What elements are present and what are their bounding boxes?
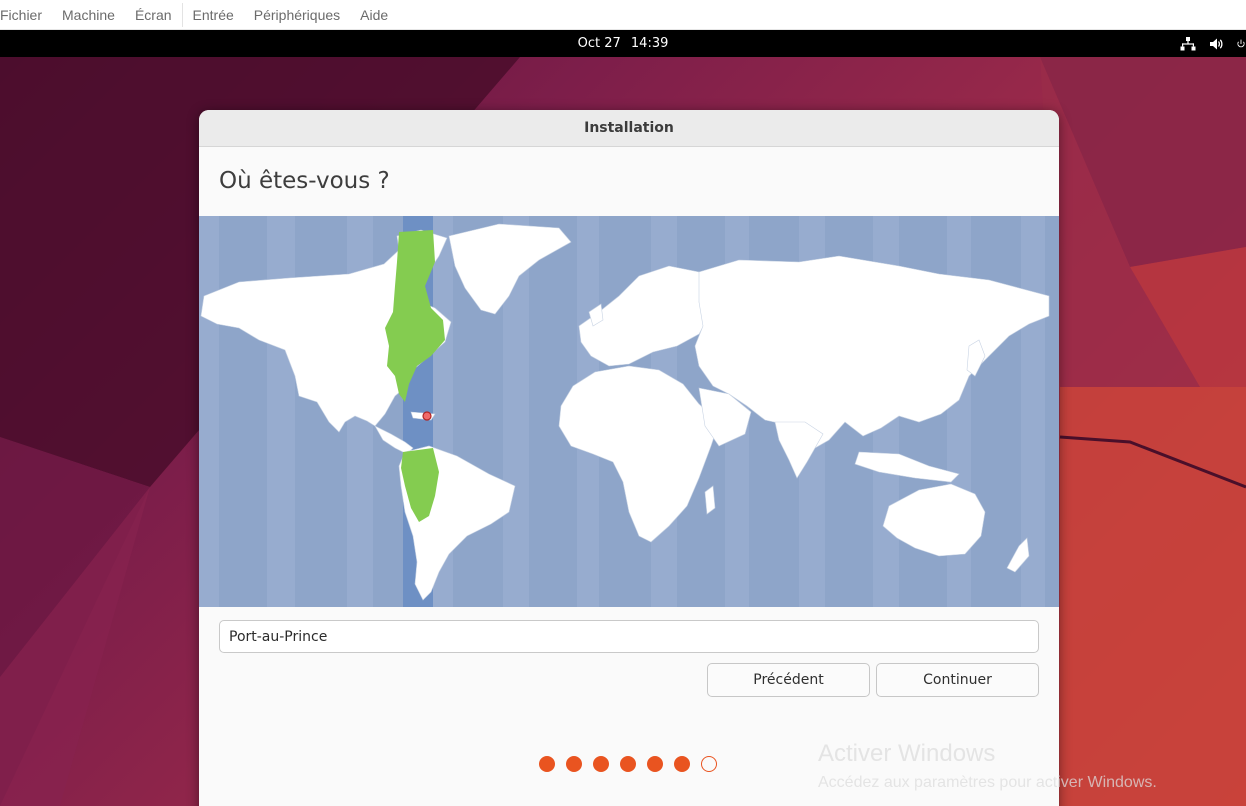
progress-dot-current	[701, 756, 717, 772]
power-icon	[1237, 39, 1245, 47]
system-status-area[interactable]	[1180, 30, 1246, 57]
clock[interactable]: Oct 27 14:39	[0, 30, 1246, 57]
progress-dot	[566, 756, 582, 772]
progress-dot	[674, 756, 690, 772]
progress-dot	[647, 756, 663, 772]
menu-ecran[interactable]: Écran	[125, 0, 182, 30]
menu-peripheriques[interactable]: Périphériques	[244, 0, 350, 30]
location-input[interactable]	[219, 620, 1039, 653]
menu-aide[interactable]: Aide	[350, 0, 398, 30]
back-button[interactable]: Précédent	[707, 663, 870, 697]
progress-dots	[539, 756, 717, 772]
activation-watermark: Activer Windows Accédez aux paramètres p…	[818, 739, 1157, 795]
ubuntu-top-bar: Oct 27 14:39	[0, 30, 1246, 57]
continue-button[interactable]: Continuer	[876, 663, 1039, 697]
volume-icon	[1210, 38, 1223, 49]
installer-window: Installation Où êtes-vous ? Port-au-Prin…	[199, 110, 1059, 806]
menu-fichier[interactable]: Fichier	[0, 0, 52, 30]
page-title: Où êtes-vous ?	[219, 168, 390, 194]
progress-dot	[620, 756, 636, 772]
watermark-subtitle: Accédez aux paramètres pour activer Wind…	[818, 774, 1157, 791]
host-menubar: Fichier Machine Écran Entrée Périphériqu…	[0, 0, 1246, 30]
network-icon	[1180, 36, 1196, 50]
clock-time: 14:39	[630, 36, 669, 51]
menu-entree[interactable]: Entrée	[183, 0, 244, 30]
clock-date: Oct 27	[577, 36, 621, 51]
window-title: Installation	[199, 110, 1059, 147]
watermark-title: Activer Windows	[818, 740, 996, 767]
timezone-map[interactable]	[199, 216, 1059, 607]
progress-dot	[593, 756, 609, 772]
selected-city-marker	[422, 411, 432, 421]
world-map-graphic	[199, 216, 1050, 607]
progress-dot	[539, 756, 555, 772]
menu-machine[interactable]: Machine	[52, 0, 125, 30]
